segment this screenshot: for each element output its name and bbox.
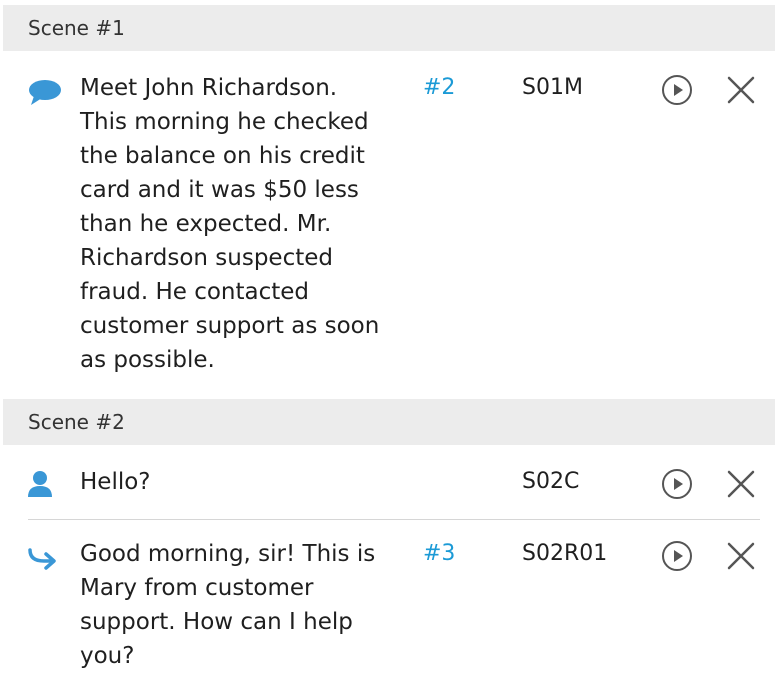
scene-header-2: Scene #2	[3, 399, 775, 445]
list-item: Meet John Richardson. This morning he ch…	[0, 70, 775, 380]
speech-bubble-icon	[28, 79, 62, 107]
delete-button[interactable]	[724, 73, 758, 107]
reply-arrow-icon	[28, 544, 62, 572]
list-item: Good morning, sir! This is Mary from cus…	[0, 536, 775, 673]
close-icon	[727, 470, 755, 498]
item-text: Meet John Richardson. This morning he ch…	[80, 75, 380, 373]
close-icon	[727, 542, 755, 570]
scene-title: Scene #2	[28, 410, 125, 434]
play-icon	[662, 541, 692, 571]
close-icon	[727, 76, 755, 104]
item-link[interactable]: #2	[423, 71, 455, 105]
delete-button[interactable]	[724, 539, 758, 573]
item-text: Hello?	[80, 469, 151, 495]
item-text: Good morning, sir! This is Mary from cus…	[80, 541, 376, 669]
item-code: S02C	[522, 469, 580, 494]
play-button[interactable]	[661, 468, 693, 500]
play-button[interactable]	[661, 540, 693, 572]
person-icon	[28, 470, 62, 498]
scene-header-1: Scene #1	[3, 5, 775, 51]
list-item: Hello? S02C	[0, 465, 775, 505]
item-code: S01M	[522, 75, 583, 100]
scene-title: Scene #1	[28, 16, 125, 40]
delete-button[interactable]	[724, 467, 758, 501]
play-button[interactable]	[661, 74, 693, 106]
play-icon	[662, 75, 692, 105]
play-icon	[662, 469, 692, 499]
item-link[interactable]: #3	[423, 537, 455, 571]
divider	[28, 519, 760, 520]
item-code: S02R01	[522, 541, 608, 566]
